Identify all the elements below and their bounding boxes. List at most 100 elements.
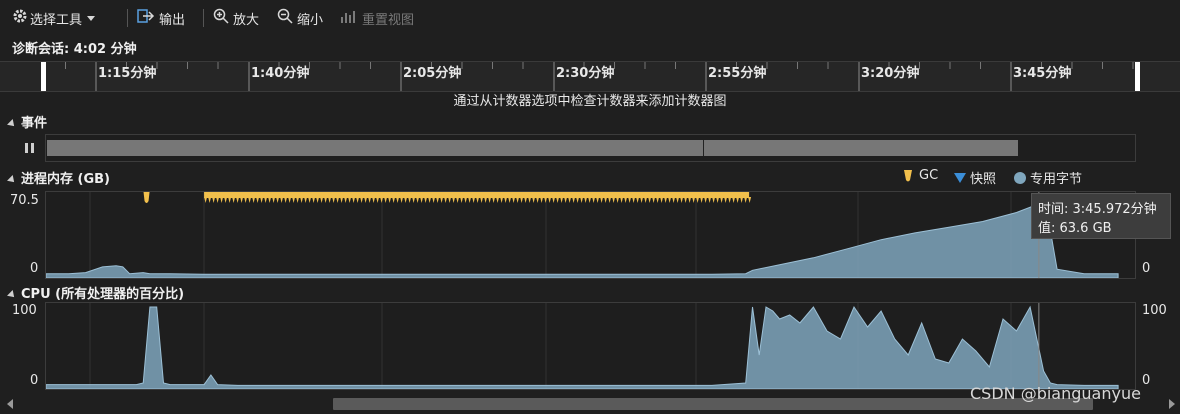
gc-marker [536,197,540,203]
export-button[interactable]: 输出 [137,8,185,28]
gc-marker [236,197,240,203]
gc-marker [488,197,492,203]
tooltip-value: 值: 63.6 GB [1038,221,1112,236]
gc-marker [456,197,460,203]
toolbar-divider [203,9,204,27]
gc-marker [432,197,436,203]
range-start-handle[interactable] [41,62,46,91]
gc-marker-icon [904,169,912,181]
gc-marker [452,197,456,203]
gc-marker [392,197,396,203]
gc-marker [224,197,228,203]
gc-marker [416,197,420,203]
cpu-section-header[interactable]: CPU (所有处理器的百分比) [7,283,184,302]
gc-marker [716,197,720,203]
gc-marker [284,197,288,203]
gc-marker [464,197,468,203]
gc-marker [260,197,264,203]
pause-icon[interactable] [24,142,36,158]
gc-marker [312,197,316,203]
gc-marker [460,197,464,203]
gc-marker [280,197,284,203]
gc-marker [356,197,360,203]
gc-marker [552,197,556,203]
gc-marker [720,197,724,203]
legend-private-bytes-label: 专用字节 [1030,172,1083,187]
ruler-tick-label: 3:45分钟 [1013,66,1072,81]
memory-y-min: 0 [30,261,39,276]
gc-marker [228,197,232,203]
gc-marker [292,197,296,203]
gc-marker [696,197,700,203]
gc-marker [244,197,248,203]
gc-marker [608,197,612,203]
events-section-header[interactable]: 事件 [7,112,48,131]
cpu-chart[interactable] [45,303,1135,390]
export-icon [137,8,155,28]
gc-marker [364,197,368,203]
cpu-chart-panel[interactable] [45,302,1136,390]
gc-marker [300,197,304,203]
scroll-right-icon[interactable] [1168,399,1176,409]
memory-chart-panel[interactable] [45,191,1136,279]
gc-marker [672,197,676,203]
gear-icon [12,8,30,28]
memory-chart[interactable] [45,192,1135,279]
gc-marker [660,197,664,203]
gc-marker [476,197,480,203]
gc-marker [360,197,364,203]
gc-marker [444,197,448,203]
gc-marker [580,197,584,203]
gc-marker [708,197,712,203]
gc-marker [524,197,528,203]
gc-marker [232,197,236,203]
gc-marker [348,197,352,203]
select-tool-dropdown[interactable]: 选择工具 [12,8,96,28]
zoom-out-label: 缩小 [297,12,324,28]
gc-marker [216,197,220,203]
gc-marker [744,197,748,203]
gc-marker [484,197,488,203]
cpu-y-min: 0 [30,373,39,388]
gc-marker [548,197,552,203]
gc-marker [568,197,572,203]
event-bar[interactable] [704,140,1018,156]
gc-marker [560,197,564,203]
gc-marker [412,197,416,203]
gc-marker [324,197,328,203]
gc-marker [656,197,660,203]
gc-marker [336,197,340,203]
data-tooltip: 时间: 3:45.972分钟 值: 63.6 GB [1031,193,1171,239]
gc-marker [220,197,224,203]
select-tool-label: 选择工具 [30,12,83,28]
export-label: 输出 [159,12,186,28]
events-track[interactable] [45,134,1136,162]
time-ruler[interactable]: 1:15分钟 1:40分钟 2:05分钟 2:30分钟 2:55分钟 3:20分… [0,61,1180,92]
events-title: 事件 [21,116,48,131]
gc-marker [520,197,524,203]
ruler-tick-label: 3:20分钟 [861,66,920,81]
memory-title: 进程内存 (GB) [21,172,110,187]
gc-marker [428,197,432,203]
reset-view-button[interactable]: 重置视图 [340,8,414,28]
zoom-out-button[interactable]: 缩小 [277,8,323,28]
gc-marker [320,197,324,203]
gc-marker [208,197,212,203]
legend-snapshot-label: 快照 [970,172,997,187]
range-end-handle[interactable] [1135,62,1140,91]
reset-view-icon [340,8,358,28]
event-bar[interactable] [47,140,703,156]
memory-y-max: 70.5 [10,193,39,208]
memory-section-header[interactable]: 进程内存 (GB) [7,168,110,187]
scroll-left-icon[interactable] [6,399,14,409]
cpu-y-max: 100 [12,303,37,318]
gc-marker [704,197,708,203]
gc-marker [436,197,440,203]
gc-marker [420,197,424,203]
tooltip-time: 时间: 3:45.972分钟 [1038,202,1157,217]
gc-marker [404,197,408,203]
gc-marker [264,197,268,203]
zoom-in-button[interactable]: 放大 [213,8,259,28]
gc-marker [688,197,692,203]
zoom-out-icon [277,8,293,28]
